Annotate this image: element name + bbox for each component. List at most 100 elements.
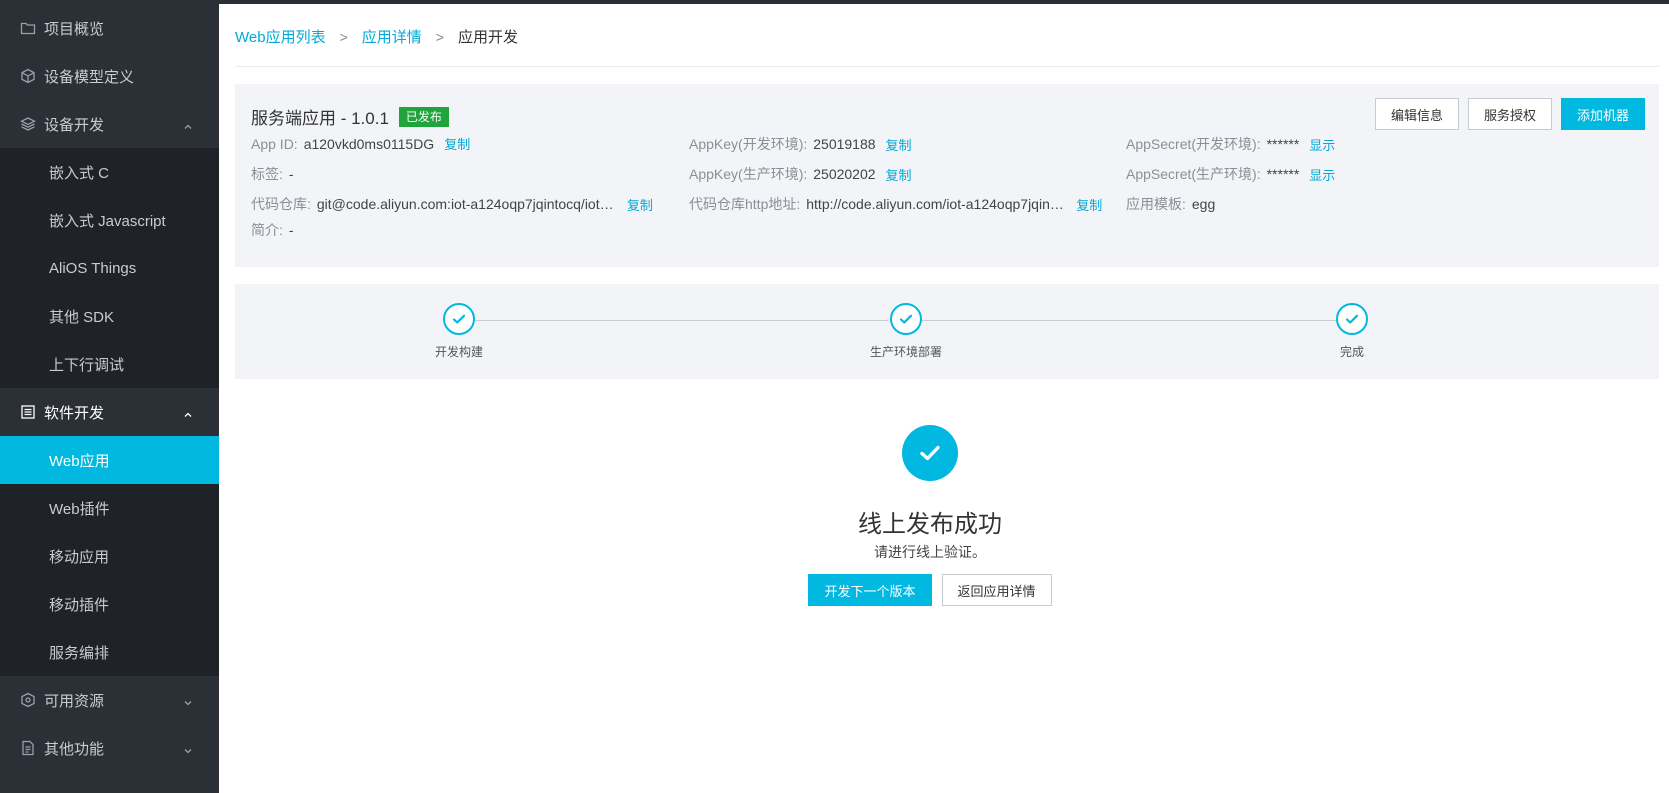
field-repo: 代码仓库: git@code.aliyun.com:iot-a124oqp7jq…: [251, 194, 653, 214]
back-to-app-detail-button[interactable]: 返回应用详情: [941, 574, 1052, 606]
copy-repo-link[interactable]: 复制: [627, 195, 653, 214]
sidebar-item-embedded-js[interactable]: 嵌入式 Javascript: [0, 196, 219, 244]
field-value: -: [288, 166, 294, 182]
develop-next-version-button[interactable]: 开发下一个版本: [808, 574, 932, 606]
chevron-down-icon: [183, 743, 193, 754]
step-build: 开发构建: [399, 303, 519, 360]
sidebar-item-label: 项目概览: [44, 20, 105, 38]
sidebar-item-mobile-app[interactable]: 移动应用: [0, 532, 219, 580]
sidebar-item-label: 其他功能: [44, 740, 105, 758]
field-label: AppSecret(生产环境):: [1126, 166, 1261, 182]
field-label: App ID:: [251, 135, 298, 152]
chevron-down-icon: [183, 695, 193, 706]
sidebar-item-label: 可用资源: [44, 692, 105, 710]
sidebar-item-service-orchestration[interactable]: 服务编排: [0, 628, 219, 676]
chevron-right-icon: >: [339, 28, 348, 45]
breadcrumb-current: 应用开发: [457, 29, 518, 46]
breadcrumb-app-detail[interactable]: 应用详情: [362, 26, 422, 47]
field-repo-http: 代码仓库http地址: http://code.aliyun.com/iot-a…: [689, 194, 1102, 214]
field-value: -: [288, 222, 294, 238]
field-secret-prod: AppSecret(生产环境): ****** 显示: [1126, 164, 1335, 184]
app-info-panel: 服务端应用 - 1.0.1 已发布 编辑信息 服务授权 添加机器 App ID:…: [235, 84, 1659, 267]
box-icon: [20, 692, 36, 708]
field-value: 25020202: [813, 166, 876, 182]
sidebar-item-up-down-debug[interactable]: 上下行调试: [0, 340, 219, 388]
breadcrumb-web-app-list[interactable]: Web应用列表: [235, 26, 326, 47]
layers-icon: [20, 116, 36, 132]
list-icon: [20, 404, 36, 420]
step-label: 生产环境部署: [869, 345, 942, 359]
field-secret-dev: AppSecret(开发环境): ****** 显示: [1126, 134, 1335, 154]
result-subtitle: 请进行线上验证。: [874, 544, 986, 560]
add-machine-button[interactable]: 添加机器: [1560, 98, 1645, 130]
field-tag: 标签: -: [251, 164, 294, 184]
field-appkey-prod: AppKey(生产环境): 25020202 复制: [689, 164, 912, 184]
app-actions: 编辑信息 服务授权 添加机器: [1374, 98, 1645, 130]
field-label: AppSecret(开发环境):: [1126, 136, 1261, 152]
field-value: 25019188: [813, 136, 876, 152]
sidebar: 项目概览 设备模型定义 设备开发 嵌入式 C 嵌入式 Javascript Al…: [0, 4, 219, 793]
field-label: AppKey(生产环境):: [689, 166, 808, 182]
copy-appkey-prod-link[interactable]: 复制: [886, 165, 912, 184]
sidebar-item-web-app[interactable]: Web应用: [0, 436, 219, 484]
show-secret-prod-link[interactable]: 显示: [1309, 165, 1335, 184]
cube-icon: [20, 68, 36, 84]
sidebar-item-device-model[interactable]: 设备模型定义: [0, 52, 219, 100]
app-title-row: 服务端应用 - 1.0.1 已发布: [251, 104, 449, 129]
field-value: ******: [1266, 136, 1300, 152]
sidebar-submenu-device-dev: 嵌入式 C 嵌入式 Javascript AliOS Things 其他 SDK…: [0, 148, 219, 388]
field-label: 代码仓库http地址:: [689, 196, 801, 212]
app-title: 服务端应用 - 1.0.1: [251, 109, 389, 128]
field-value: git@code.aliyun.com:iot-a124oqp7jqintocq…: [316, 196, 617, 212]
field-label: 简介:: [251, 222, 283, 238]
success-check-icon: [902, 425, 958, 481]
status-badge: 已发布: [398, 106, 449, 127]
sidebar-item-embedded-c[interactable]: 嵌入式 C: [0, 148, 219, 196]
sidebar-submenu-software-dev: Web应用 Web插件 移动应用 移动插件 服务编排: [0, 436, 219, 676]
service-auth-button[interactable]: 服务授权: [1467, 98, 1552, 130]
folder-icon: [20, 20, 36, 36]
chevron-right-icon: >: [435, 28, 444, 45]
copy-app-id-link[interactable]: 复制: [444, 134, 470, 153]
sidebar-item-device-dev[interactable]: 设备开发: [0, 100, 219, 148]
field-label: 标签:: [251, 166, 283, 182]
check-circle-icon: [443, 303, 475, 335]
sidebar-item-other-features[interactable]: 其他功能: [0, 724, 219, 772]
breadcrumb: Web应用列表 > 应用详情 > 应用开发: [235, 26, 518, 47]
sidebar-item-label: 软件开发: [44, 404, 105, 422]
field-value: ******: [1266, 166, 1300, 182]
check-circle-icon: [890, 303, 922, 335]
sidebar-item-other-sdk[interactable]: 其他 SDK: [0, 292, 219, 340]
edit-info-button[interactable]: 编辑信息: [1374, 98, 1459, 130]
field-app-id: App ID: a120vkd0ms0115DG 复制: [251, 134, 470, 153]
sidebar-item-resources[interactable]: 可用资源: [0, 676, 219, 724]
field-label: AppKey(开发环境):: [689, 136, 808, 152]
sidebar-item-mobile-plugin[interactable]: 移动插件: [0, 580, 219, 628]
field-description: 简介: -: [251, 220, 294, 240]
field-label: 代码仓库:: [251, 196, 311, 212]
step-label: 开发构建: [434, 345, 483, 359]
chevron-up-icon: [183, 119, 193, 129]
step-connector: [475, 320, 888, 321]
result-actions: 开发下一个版本 返回应用详情: [219, 574, 1641, 606]
field-appkey-dev: AppKey(开发环境): 25019188 复制: [689, 134, 912, 154]
show-secret-dev-link[interactable]: 显示: [1309, 135, 1335, 154]
sidebar-item-project-overview[interactable]: 项目概览: [0, 4, 219, 52]
sidebar-item-label: 设备开发: [44, 116, 105, 134]
field-label: 应用模板:: [1126, 196, 1186, 212]
progress-steps: 开发构建 生产环境部署 完成: [235, 284, 1659, 379]
file-icon: [20, 740, 36, 756]
field-value: egg: [1191, 196, 1216, 212]
sidebar-item-label: 设备模型定义: [44, 68, 135, 86]
step-prod-deploy: 生产环境部署: [846, 303, 966, 360]
sidebar-item-web-plugin[interactable]: Web插件: [0, 484, 219, 532]
sidebar-item-software-dev[interactable]: 软件开发: [0, 388, 219, 436]
sidebar-item-alios-things[interactable]: AliOS Things: [0, 244, 219, 292]
field-value: http://code.aliyun.com/iot-a124oqp7jqint…: [806, 196, 1066, 212]
main-content: Web应用列表 > 应用详情 > 应用开发 服务端应用 - 1.0.1 已发布 …: [219, 4, 1669, 793]
chevron-up-icon: [183, 407, 193, 417]
step-complete: 完成: [1292, 303, 1412, 360]
step-connector: [922, 320, 1336, 321]
copy-appkey-dev-link[interactable]: 复制: [886, 135, 912, 154]
copy-repo-http-link[interactable]: 复制: [1076, 195, 1102, 214]
